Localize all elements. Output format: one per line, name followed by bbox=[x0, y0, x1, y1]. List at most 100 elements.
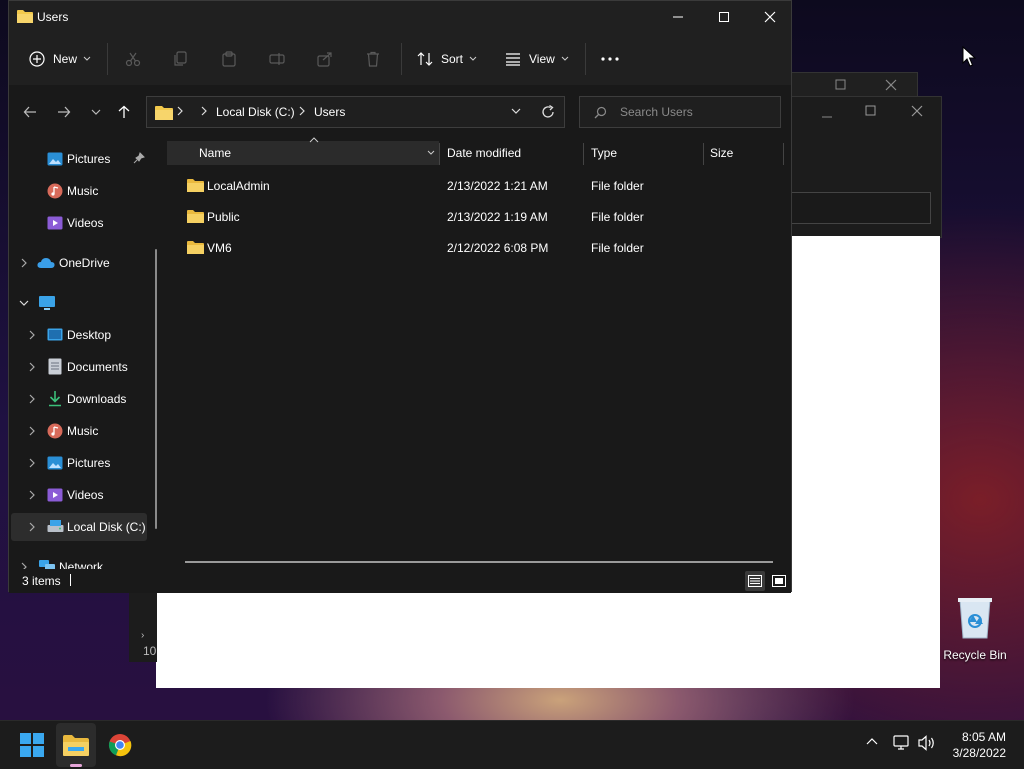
taskbar-file-explorer[interactable] bbox=[56, 723, 96, 767]
pictures-icon bbox=[47, 151, 63, 167]
nav-item-this-pc[interactable] bbox=[9, 289, 159, 317]
background-address-bar[interactable] bbox=[791, 192, 931, 224]
nav-item-downloads[interactable]: Downloads bbox=[9, 385, 159, 413]
chevron-right-icon[interactable] bbox=[27, 426, 37, 436]
onedrive-icon bbox=[37, 257, 55, 269]
arrow-left-icon bbox=[23, 105, 37, 119]
maximize-icon[interactable] bbox=[865, 105, 877, 117]
nav-item-desktop[interactable]: Desktop bbox=[9, 321, 159, 349]
status-divider bbox=[70, 574, 71, 586]
up-button[interactable] bbox=[117, 105, 131, 119]
system-clock[interactable]: 8:05 AM 3/28/2022 bbox=[953, 729, 1006, 761]
large-icons-view-button[interactable] bbox=[769, 571, 789, 591]
column-header-date-modified[interactable]: Date modified bbox=[447, 141, 521, 165]
column-divider[interactable] bbox=[583, 143, 584, 165]
details-view-button[interactable] bbox=[745, 571, 765, 591]
address-bar[interactable]: Local Disk (C:) Users bbox=[146, 96, 565, 128]
nav-item-pictures-quick[interactable]: Pictures bbox=[9, 145, 159, 173]
column-divider[interactable] bbox=[783, 143, 784, 165]
close-icon[interactable] bbox=[885, 79, 897, 91]
chevron-right-icon[interactable] bbox=[27, 330, 37, 340]
recent-locations-button[interactable] bbox=[91, 109, 101, 115]
command-bar: New Sort View bbox=[9, 33, 791, 86]
taskbar-chrome[interactable] bbox=[100, 721, 140, 769]
nav-label: Documents bbox=[67, 360, 128, 374]
horizontal-scrollbar[interactable] bbox=[185, 561, 773, 563]
window-title: Users bbox=[37, 10, 69, 24]
close-icon[interactable] bbox=[911, 105, 923, 117]
navigation-pane: Pictures Music Videos OneDrive Desktop D… bbox=[9, 141, 167, 569]
rename-button[interactable] bbox=[269, 33, 285, 85]
chevron-right-icon[interactable] bbox=[27, 362, 37, 372]
nav-item-onedrive[interactable]: OneDrive bbox=[9, 249, 159, 277]
nav-item-pictures[interactable]: Pictures bbox=[9, 449, 159, 477]
view-label: View bbox=[529, 52, 555, 66]
chevron-down-icon[interactable] bbox=[19, 298, 29, 308]
nav-scrollbar[interactable] bbox=[155, 249, 157, 529]
chevron-down-icon[interactable] bbox=[427, 150, 435, 156]
desktop-icon-recycle-bin[interactable]: Recycle Bin bbox=[940, 596, 1010, 662]
search-input[interactable]: Search Users bbox=[579, 96, 781, 128]
nav-item-videos-quick[interactable]: Videos bbox=[9, 209, 159, 237]
table-row[interactable]: Public 2/13/2022 1:19 AM File folder bbox=[167, 202, 791, 232]
network-icon bbox=[38, 559, 56, 569]
column-header-type[interactable]: Type bbox=[591, 141, 617, 165]
chevron-right-icon[interactable] bbox=[27, 458, 37, 468]
start-button[interactable] bbox=[12, 721, 52, 769]
column-header-name[interactable]: Name bbox=[167, 137, 439, 165]
nav-item-music[interactable]: Music bbox=[9, 417, 159, 445]
chevron-right-icon[interactable] bbox=[19, 258, 29, 268]
column-label: Size bbox=[710, 146, 734, 160]
column-divider[interactable] bbox=[439, 143, 440, 165]
file-type: File folder bbox=[591, 210, 644, 224]
column-divider[interactable] bbox=[703, 143, 704, 165]
music-icon bbox=[47, 183, 63, 199]
table-row[interactable]: VM6 2/12/2022 6:08 PM File folder bbox=[167, 233, 791, 263]
minimize-button[interactable] bbox=[655, 1, 701, 33]
refresh-button[interactable] bbox=[541, 105, 555, 119]
nav-item-videos[interactable]: Videos bbox=[9, 481, 159, 509]
more-options-button[interactable] bbox=[601, 33, 619, 85]
separator bbox=[401, 43, 402, 75]
chevron-right-icon[interactable] bbox=[27, 394, 37, 404]
chevron-right-icon[interactable] bbox=[27, 522, 37, 532]
view-button[interactable]: View bbox=[505, 33, 569, 85]
paste-button[interactable] bbox=[221, 33, 237, 85]
cut-button[interactable] bbox=[125, 33, 141, 85]
chevron-right-icon[interactable] bbox=[27, 490, 37, 500]
network-status-icon[interactable] bbox=[893, 735, 911, 751]
copy-icon bbox=[173, 51, 189, 67]
maximize-button[interactable] bbox=[701, 1, 747, 33]
nav-label: Music bbox=[67, 184, 99, 198]
chevron-down-icon bbox=[83, 56, 91, 62]
volume-icon[interactable] bbox=[918, 735, 936, 751]
address-history-button[interactable] bbox=[511, 108, 521, 114]
nav-item-local-disk[interactable]: Local Disk (C:) bbox=[11, 513, 147, 541]
show-hidden-icons-button[interactable] bbox=[866, 737, 878, 745]
breadcrumb-local-disk[interactable]: Local Disk (C:) bbox=[216, 105, 295, 119]
title-bar[interactable]: Users bbox=[9, 1, 791, 33]
maximize-icon[interactable] bbox=[835, 79, 847, 91]
nav-item-documents[interactable]: Documents bbox=[9, 353, 159, 381]
share-button[interactable] bbox=[317, 33, 333, 85]
thumbnail-view-icon bbox=[772, 575, 786, 587]
partial-text: 10 bbox=[143, 644, 157, 658]
back-button[interactable] bbox=[23, 105, 37, 119]
breadcrumb-users[interactable]: Users bbox=[314, 105, 345, 119]
minimize-icon[interactable] bbox=[821, 111, 833, 123]
copy-button[interactable] bbox=[173, 33, 189, 85]
table-row[interactable]: LocalAdmin 2/13/2022 1:21 AM File folder bbox=[167, 171, 791, 201]
chevron-right-icon[interactable] bbox=[19, 562, 29, 569]
column-header-size[interactable]: Size bbox=[710, 141, 733, 165]
forward-button[interactable] bbox=[57, 105, 71, 119]
taskbar: 8:05 AM 3/28/2022 bbox=[0, 720, 1024, 769]
nav-item-music-quick[interactable]: Music bbox=[9, 177, 159, 205]
delete-button[interactable] bbox=[365, 33, 381, 85]
new-button[interactable]: New bbox=[29, 33, 91, 85]
clock-time: 8:05 AM bbox=[961, 730, 1006, 744]
nav-item-network[interactable]: Network bbox=[9, 553, 159, 569]
folder-icon bbox=[187, 240, 204, 254]
recycle-bin-label: Recycle Bin bbox=[943, 648, 1007, 662]
sort-button[interactable]: Sort bbox=[417, 33, 477, 85]
close-button[interactable] bbox=[747, 1, 793, 33]
